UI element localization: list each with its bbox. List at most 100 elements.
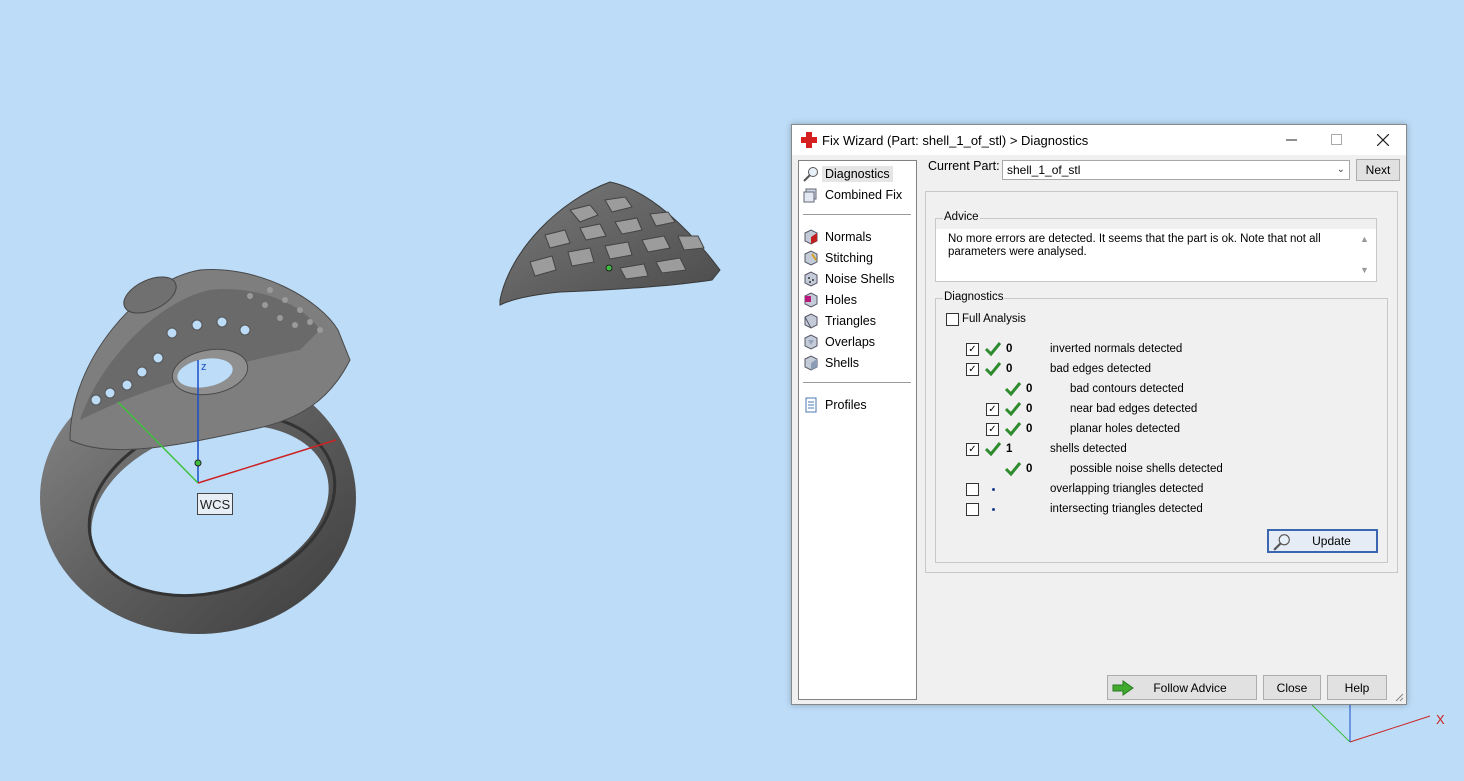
close-button[interactable]: Close (1263, 675, 1321, 700)
sidebar-item-label: Diagnostics (822, 166, 893, 182)
resize-grip-icon[interactable] (1394, 692, 1404, 702)
green-check-icon (1004, 462, 1022, 477)
row-checkbox[interactable]: ✓ (966, 363, 979, 376)
maximize-icon (1331, 134, 1342, 145)
ring-model[interactable] (40, 269, 358, 634)
shells-cube-icon (804, 355, 818, 371)
title-bar[interactable]: Fix Wizard (Part: shell_1_of_stl) > Diag… (792, 125, 1406, 155)
row-checkbox[interactable]: ✓ (966, 343, 979, 356)
scroll-up-icon[interactable]: ▲ (1360, 233, 1369, 246)
minimize-icon (1286, 139, 1297, 141)
magnifier-icon (803, 167, 818, 182)
full-analysis-label: Full Analysis (962, 313, 1026, 325)
advice-scrollbar[interactable]: ▲ ▼ (1358, 233, 1370, 277)
normals-cube-icon (804, 229, 818, 245)
diag-label: planar holes detected (1070, 423, 1180, 435)
close-icon (1377, 134, 1389, 146)
triangles-cube-icon (804, 313, 818, 329)
help-button[interactable]: Help (1327, 675, 1387, 700)
wcs-label: WCS (197, 493, 233, 515)
wizard-sidebar: Diagnostics Combined Fix Normals Stitchi… (798, 160, 917, 700)
current-part-label: Current Part: (928, 159, 1000, 173)
green-check-icon (1004, 382, 1022, 397)
view-axes-indicator (1311, 700, 1431, 743)
follow-advice-button[interactable]: Follow Advice (1107, 675, 1257, 700)
next-button[interactable]: Next (1356, 159, 1400, 181)
sidebar-item-label: Stitching (825, 251, 873, 265)
sidebar-item-profiles[interactable]: Profiles (803, 395, 867, 415)
document-icon (805, 397, 817, 413)
sidebar-divider (803, 382, 911, 383)
sidebar-item-label: Overlaps (825, 335, 876, 349)
row-checkbox[interactable]: ✓ (986, 403, 999, 416)
follow-advice-label: Follow Advice (1153, 680, 1227, 695)
sidebar-item-noise-shells[interactable]: Noise Shells (803, 269, 894, 289)
sidebar-item-holes[interactable]: Holes (803, 290, 857, 310)
sidebar-item-diagnostics[interactable]: Diagnostics (803, 164, 893, 184)
chevron-down-icon: ⌄ (1336, 164, 1345, 175)
row-checkbox[interactable] (966, 483, 979, 496)
diag-count: 0 (1006, 363, 1013, 375)
advice-text: No more errors are detected. It seems th… (948, 233, 1321, 258)
x-axis-label: X (1436, 712, 1445, 727)
row-checkbox[interactable]: ✓ (966, 443, 979, 456)
green-check-icon (1004, 422, 1022, 437)
fix-wizard-window[interactable]: Fix Wizard (Part: shell_1_of_stl) > Diag… (791, 124, 1407, 705)
diag-label: inverted normals detected (1050, 343, 1183, 355)
not-run-dot-icon (992, 488, 995, 491)
sidebar-item-label: Profiles (825, 398, 867, 412)
row-checkbox[interactable] (966, 503, 979, 516)
advice-title: Advice (943, 211, 980, 223)
sidebar-item-shells[interactable]: Shells (803, 353, 859, 373)
maximize-button[interactable] (1314, 125, 1360, 155)
diag-label: shells detected (1050, 443, 1127, 455)
sidebar-item-overlaps[interactable]: Overlaps (803, 332, 875, 352)
overlaps-cube-icon (804, 334, 818, 350)
diag-count: 0 (1026, 403, 1033, 415)
green-check-icon (1004, 402, 1022, 417)
row-checkbox[interactable]: ✓ (986, 423, 999, 436)
green-check-icon (984, 362, 1002, 377)
sidebar-item-label: Triangles (825, 314, 876, 328)
diag-label: bad contours detected (1070, 383, 1184, 395)
diag-label: overlapping triangles detected (1050, 483, 1204, 495)
scroll-down-icon[interactable]: ▼ (1360, 264, 1369, 277)
sidebar-item-stitching[interactable]: Stitching (803, 248, 873, 268)
sidebar-item-label: Noise Shells (825, 272, 895, 286)
sidebar-item-label: Shells (825, 356, 860, 370)
diag-count: 0 (1026, 383, 1033, 395)
diag-label: near bad edges detected (1070, 403, 1198, 415)
cube-stack-icon (803, 188, 817, 203)
current-part-dropdown[interactable]: shell_1_of_stl ⌄ (1002, 160, 1350, 180)
diag-label: possible noise shells detected (1070, 463, 1223, 475)
current-part-value: shell_1_of_stl (1007, 163, 1081, 177)
sidebar-item-label: Normals (825, 230, 872, 244)
green-arrow-icon (1112, 680, 1134, 696)
magnifier-icon (1273, 534, 1290, 551)
sidebar-item-label: Holes (825, 293, 857, 307)
shell-part-model[interactable] (499, 181, 721, 306)
diag-count: 0 (1006, 343, 1013, 355)
close-window-button[interactable] (1360, 125, 1406, 155)
diag-count: 0 (1026, 423, 1033, 435)
minimize-button[interactable] (1269, 125, 1315, 155)
sidebar-item-triangles[interactable]: Triangles (803, 311, 876, 331)
holes-cube-icon (804, 292, 818, 308)
sidebar-item-normals[interactable]: Normals (803, 227, 872, 247)
sidebar-item-label: Combined Fix (825, 188, 903, 202)
diag-count: 1 (1006, 443, 1013, 455)
stitching-cube-icon (804, 250, 818, 266)
not-run-dot-icon (992, 508, 995, 511)
advice-text-area: No more errors are detected. It seems th… (936, 229, 1376, 281)
diag-count: 0 (1026, 463, 1033, 475)
diag-label: intersecting triangles detected (1050, 503, 1203, 515)
update-button[interactable]: Update (1267, 529, 1378, 553)
sidebar-divider (803, 214, 911, 215)
full-analysis-checkbox[interactable] (946, 313, 959, 326)
z-axis-label: z (201, 361, 207, 373)
sidebar-item-combined-fix[interactable]: Combined Fix (803, 185, 902, 205)
red-cross-icon (801, 132, 817, 148)
update-label: Update (1312, 534, 1351, 548)
diag-label: bad edges detected (1050, 363, 1152, 375)
green-check-icon (984, 442, 1002, 457)
